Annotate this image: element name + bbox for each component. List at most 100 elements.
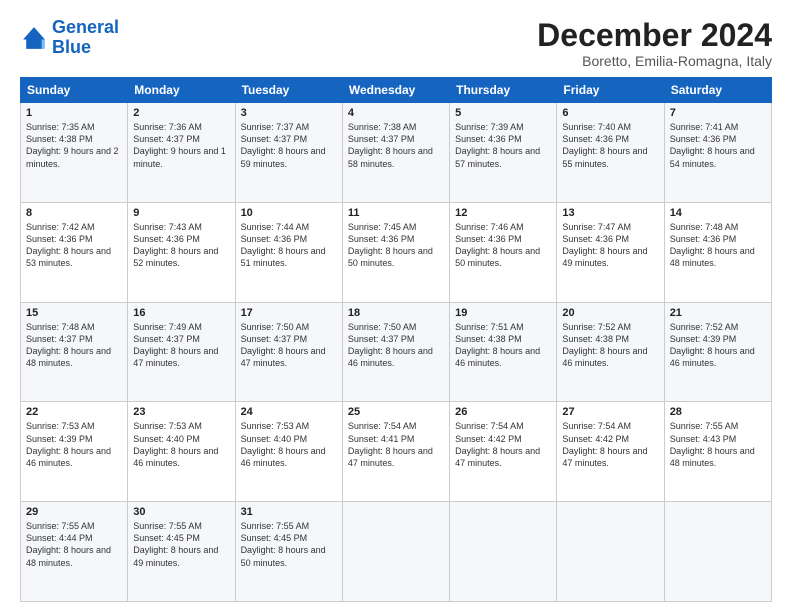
logo-text: General Blue (52, 18, 119, 58)
calendar-day-cell: 23 Sunrise: 7:53 AMSunset: 4:40 PMDaylig… (128, 402, 235, 502)
day-number: 5 (455, 107, 551, 119)
calendar-day-cell: 20 Sunrise: 7:52 AMSunset: 4:38 PMDaylig… (557, 302, 664, 402)
day-info: Sunrise: 7:53 AMSunset: 4:39 PMDaylight:… (26, 421, 111, 467)
day-of-week-row: SundayMondayTuesdayWednesdayThursdayFrid… (21, 78, 772, 103)
calendar-day-cell: 8 Sunrise: 7:42 AMSunset: 4:36 PMDayligh… (21, 202, 128, 302)
day-number: 22 (26, 406, 122, 418)
calendar-day-cell: 21 Sunrise: 7:52 AMSunset: 4:39 PMDaylig… (664, 302, 771, 402)
day-number: 10 (241, 207, 337, 219)
calendar-day-cell (342, 502, 449, 602)
day-number: 21 (670, 307, 766, 319)
dow-header: Sunday (21, 78, 128, 103)
month-title: December 2024 (537, 18, 772, 53)
day-number: 18 (348, 307, 444, 319)
day-info: Sunrise: 7:52 AMSunset: 4:38 PMDaylight:… (562, 322, 647, 368)
day-number: 8 (26, 207, 122, 219)
calendar-day-cell: 19 Sunrise: 7:51 AMSunset: 4:38 PMDaylig… (450, 302, 557, 402)
day-number: 23 (133, 406, 229, 418)
day-info: Sunrise: 7:54 AMSunset: 4:42 PMDaylight:… (455, 421, 540, 467)
day-info: Sunrise: 7:47 AMSunset: 4:36 PMDaylight:… (562, 222, 647, 268)
dow-header: Monday (128, 78, 235, 103)
calendar-day-cell: 6 Sunrise: 7:40 AMSunset: 4:36 PMDayligh… (557, 103, 664, 203)
day-info: Sunrise: 7:54 AMSunset: 4:41 PMDaylight:… (348, 421, 433, 467)
day-info: Sunrise: 7:44 AMSunset: 4:36 PMDaylight:… (241, 222, 326, 268)
calendar-day-cell: 15 Sunrise: 7:48 AMSunset: 4:37 PMDaylig… (21, 302, 128, 402)
day-number: 28 (670, 406, 766, 418)
calendar-day-cell: 29 Sunrise: 7:55 AMSunset: 4:44 PMDaylig… (21, 502, 128, 602)
day-info: Sunrise: 7:36 AMSunset: 4:37 PMDaylight:… (133, 122, 226, 168)
calendar-day-cell: 14 Sunrise: 7:48 AMSunset: 4:36 PMDaylig… (664, 202, 771, 302)
day-number: 17 (241, 307, 337, 319)
calendar-day-cell: 27 Sunrise: 7:54 AMSunset: 4:42 PMDaylig… (557, 402, 664, 502)
day-info: Sunrise: 7:53 AMSunset: 4:40 PMDaylight:… (133, 421, 218, 467)
calendar-day-cell: 12 Sunrise: 7:46 AMSunset: 4:36 PMDaylig… (450, 202, 557, 302)
day-number: 6 (562, 107, 658, 119)
dow-header: Tuesday (235, 78, 342, 103)
day-number: 14 (670, 207, 766, 219)
calendar-day-cell: 24 Sunrise: 7:53 AMSunset: 4:40 PMDaylig… (235, 402, 342, 502)
day-info: Sunrise: 7:45 AMSunset: 4:36 PMDaylight:… (348, 222, 433, 268)
calendar-day-cell: 31 Sunrise: 7:55 AMSunset: 4:45 PMDaylig… (235, 502, 342, 602)
day-info: Sunrise: 7:35 AMSunset: 4:38 PMDaylight:… (26, 122, 119, 168)
calendar-week-row: 29 Sunrise: 7:55 AMSunset: 4:44 PMDaylig… (21, 502, 772, 602)
calendar-week-row: 22 Sunrise: 7:53 AMSunset: 4:39 PMDaylig… (21, 402, 772, 502)
calendar-day-cell: 3 Sunrise: 7:37 AMSunset: 4:37 PMDayligh… (235, 103, 342, 203)
day-info: Sunrise: 7:43 AMSunset: 4:36 PMDaylight:… (133, 222, 218, 268)
calendar-table: SundayMondayTuesdayWednesdayThursdayFrid… (20, 77, 772, 602)
day-info: Sunrise: 7:49 AMSunset: 4:37 PMDaylight:… (133, 322, 218, 368)
day-info: Sunrise: 7:55 AMSunset: 4:44 PMDaylight:… (26, 521, 111, 567)
day-info: Sunrise: 7:50 AMSunset: 4:37 PMDaylight:… (241, 322, 326, 368)
day-info: Sunrise: 7:39 AMSunset: 4:36 PMDaylight:… (455, 122, 540, 168)
day-number: 4 (348, 107, 444, 119)
calendar-day-cell: 10 Sunrise: 7:44 AMSunset: 4:36 PMDaylig… (235, 202, 342, 302)
day-number: 20 (562, 307, 658, 319)
calendar-day-cell: 5 Sunrise: 7:39 AMSunset: 4:36 PMDayligh… (450, 103, 557, 203)
day-number: 26 (455, 406, 551, 418)
calendar-day-cell: 2 Sunrise: 7:36 AMSunset: 4:37 PMDayligh… (128, 103, 235, 203)
logo: General Blue (20, 18, 119, 58)
day-number: 16 (133, 307, 229, 319)
calendar-week-row: 8 Sunrise: 7:42 AMSunset: 4:36 PMDayligh… (21, 202, 772, 302)
dow-header: Friday (557, 78, 664, 103)
dow-header: Saturday (664, 78, 771, 103)
day-info: Sunrise: 7:40 AMSunset: 4:36 PMDaylight:… (562, 122, 647, 168)
day-info: Sunrise: 7:55 AMSunset: 4:45 PMDaylight:… (241, 521, 326, 567)
calendar-week-row: 1 Sunrise: 7:35 AMSunset: 4:38 PMDayligh… (21, 103, 772, 203)
day-number: 2 (133, 107, 229, 119)
header: General Blue December 2024 Boretto, Emil… (20, 18, 772, 69)
calendar-day-cell: 16 Sunrise: 7:49 AMSunset: 4:37 PMDaylig… (128, 302, 235, 402)
calendar-day-cell: 22 Sunrise: 7:53 AMSunset: 4:39 PMDaylig… (21, 402, 128, 502)
dow-header: Thursday (450, 78, 557, 103)
day-number: 27 (562, 406, 658, 418)
day-number: 24 (241, 406, 337, 418)
day-info: Sunrise: 7:42 AMSunset: 4:36 PMDaylight:… (26, 222, 111, 268)
calendar-day-cell (557, 502, 664, 602)
day-number: 9 (133, 207, 229, 219)
calendar-day-cell: 11 Sunrise: 7:45 AMSunset: 4:36 PMDaylig… (342, 202, 449, 302)
day-info: Sunrise: 7:50 AMSunset: 4:37 PMDaylight:… (348, 322, 433, 368)
calendar-day-cell: 7 Sunrise: 7:41 AMSunset: 4:36 PMDayligh… (664, 103, 771, 203)
page: General Blue December 2024 Boretto, Emil… (0, 0, 792, 612)
calendar-day-cell: 25 Sunrise: 7:54 AMSunset: 4:41 PMDaylig… (342, 402, 449, 502)
calendar-day-cell: 13 Sunrise: 7:47 AMSunset: 4:36 PMDaylig… (557, 202, 664, 302)
logo-icon (20, 24, 48, 52)
calendar-day-cell: 26 Sunrise: 7:54 AMSunset: 4:42 PMDaylig… (450, 402, 557, 502)
day-number: 1 (26, 107, 122, 119)
day-info: Sunrise: 7:41 AMSunset: 4:36 PMDaylight:… (670, 122, 755, 168)
calendar-day-cell: 18 Sunrise: 7:50 AMSunset: 4:37 PMDaylig… (342, 302, 449, 402)
logo-line1: General (52, 17, 119, 37)
day-info: Sunrise: 7:51 AMSunset: 4:38 PMDaylight:… (455, 322, 540, 368)
day-info: Sunrise: 7:48 AMSunset: 4:37 PMDaylight:… (26, 322, 111, 368)
day-info: Sunrise: 7:52 AMSunset: 4:39 PMDaylight:… (670, 322, 755, 368)
calendar-day-cell: 30 Sunrise: 7:55 AMSunset: 4:45 PMDaylig… (128, 502, 235, 602)
day-number: 12 (455, 207, 551, 219)
calendar-day-cell: 1 Sunrise: 7:35 AMSunset: 4:38 PMDayligh… (21, 103, 128, 203)
day-info: Sunrise: 7:55 AMSunset: 4:45 PMDaylight:… (133, 521, 218, 567)
day-info: Sunrise: 7:53 AMSunset: 4:40 PMDaylight:… (241, 421, 326, 467)
calendar-day-cell: 4 Sunrise: 7:38 AMSunset: 4:37 PMDayligh… (342, 103, 449, 203)
day-info: Sunrise: 7:55 AMSunset: 4:43 PMDaylight:… (670, 421, 755, 467)
calendar-body: 1 Sunrise: 7:35 AMSunset: 4:38 PMDayligh… (21, 103, 772, 602)
day-info: Sunrise: 7:54 AMSunset: 4:42 PMDaylight:… (562, 421, 647, 467)
day-info: Sunrise: 7:38 AMSunset: 4:37 PMDaylight:… (348, 122, 433, 168)
day-number: 30 (133, 506, 229, 518)
